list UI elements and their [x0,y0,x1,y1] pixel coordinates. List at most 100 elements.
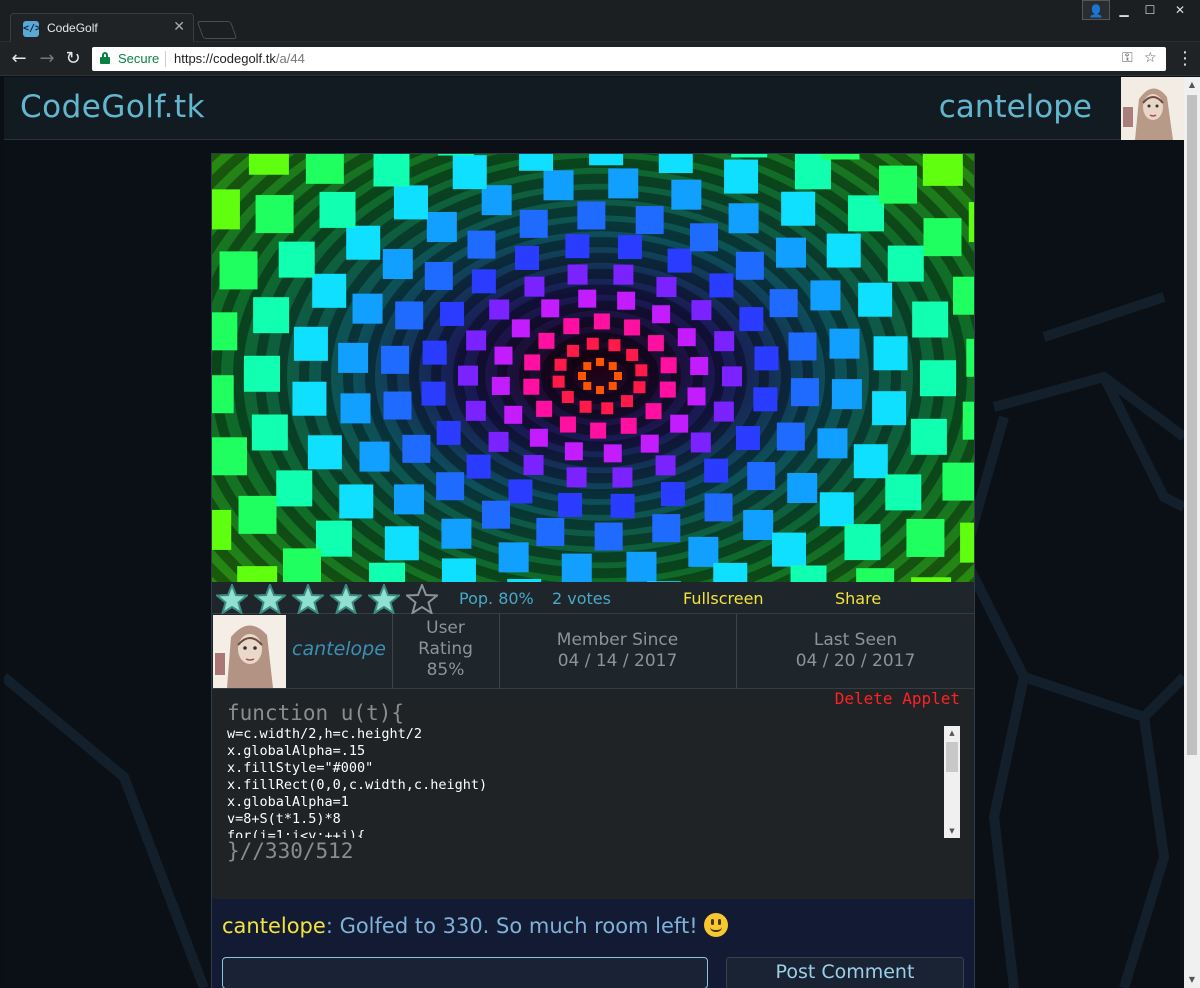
author-name[interactable]: cantelope [292,638,386,660]
star-filled-icon[interactable] [254,584,286,614]
url-host: https://codegolf.tk [174,51,276,66]
scroll-up-icon[interactable]: ▲ [1184,77,1200,93]
code-scrollbar[interactable]: ▲ ▼ [944,726,960,838]
viz-square [437,154,474,156]
viz-square [219,251,258,290]
viz-square [554,358,567,371]
viz-square [603,444,622,463]
viz-square [731,154,768,158]
viz-square [467,230,496,259]
code-editor[interactable]: w=c.width/2,h=c.height/2 x.globalAlpha=.… [222,726,960,838]
applet-canvas[interactable] [212,154,974,582]
author-avatar[interactable] [213,615,286,688]
browser-tab[interactable]: </> CodeGolf ✕ [10,13,194,42]
viz-square [402,434,431,463]
star-filled-icon[interactable] [292,584,324,614]
forward-arrow-icon[interactable]: → [36,48,58,70]
code-text[interactable]: w=c.width/2,h=c.height/2 x.globalAlpha=.… [227,726,487,838]
viz-square [781,191,816,226]
viz-square [612,467,633,488]
viz-square [498,542,529,573]
comment-input[interactable] [222,957,708,988]
viz-square [714,331,735,352]
viz-square [244,355,281,392]
viz-square [511,319,530,338]
viz-square [671,179,702,210]
viz-square [910,418,947,455]
viz-square [384,526,419,561]
viz-square [887,245,924,282]
scrollbar-thumb[interactable] [1187,95,1197,755]
star-filled-icon[interactable] [368,584,400,614]
viz-square [709,273,734,298]
code-scroll-thumb[interactable] [946,742,958,772]
viz-square [790,565,827,582]
viz-square [655,455,676,476]
header-username[interactable]: cantelope [939,89,1092,125]
viz-square [319,191,356,228]
viz-square [704,458,729,483]
viz-square [624,319,641,336]
scroll-down-icon[interactable]: ▼ [1184,972,1200,988]
viz-square [536,400,553,417]
viz-square [667,248,692,273]
window-close-icon[interactable]: ✕ [1162,0,1198,20]
minimize-icon[interactable]: ▁ [1110,0,1138,20]
rating-bar: Pop. 80% 2 votes Fullscreen Share [212,582,974,614]
viz-square [255,195,294,234]
delete-applet-button[interactable]: Delete Applet [835,689,960,708]
viz-square [724,159,759,194]
viz-square [466,330,487,351]
viz-square [541,299,560,318]
post-comment-button[interactable]: Post Comment [726,957,964,988]
code-scroll-up-icon[interactable]: ▲ [944,726,960,740]
viz-square [912,301,949,338]
viz-square [538,332,555,349]
last-seen-value: 04 / 20 / 2017 [795,651,916,671]
viz-square [769,289,798,318]
back-arrow-icon[interactable]: ← [8,48,30,70]
url-text[interactable]: https://codegolf.tk/a/44 [174,51,305,66]
profile-icon[interactable]: 👤 [1082,0,1110,20]
share-link[interactable]: Share [835,589,881,608]
viz-square [633,381,646,394]
star-filled-icon[interactable] [330,584,362,614]
url-path: /a/44 [275,51,305,66]
viz-square [942,462,974,501]
fullscreen-link[interactable]: Fullscreen [683,589,764,608]
viz-square [458,365,479,386]
bookmark-star-icon[interactable]: ☆ [1144,50,1157,66]
code-footer: }//330/512 [227,839,354,863]
last-seen: Last Seen 04 / 20 / 2017 [737,630,974,672]
viz-square [563,318,580,335]
code-scroll-down-icon[interactable]: ▼ [944,824,960,838]
tab-close-icon[interactable]: ✕ [173,19,185,35]
viz-square [559,416,576,433]
viz-square [440,301,465,326]
new-tab-button[interactable] [196,21,238,39]
viz-square [339,484,374,519]
star-empty-icon[interactable] [406,584,438,614]
viz-square [340,393,371,424]
address-bar[interactable]: Secure https://codegolf.tk/a/44 ⚿ ☆ [92,47,1166,71]
viz-square [515,245,540,270]
page-scrollbar[interactable]: ▲ ▼ [1184,77,1200,988]
grinning-face-icon [703,913,728,937]
viz-square [519,154,554,171]
viz-square [690,432,711,453]
viz-square [381,345,410,374]
header-avatar[interactable] [1121,77,1184,140]
browser-menu-icon[interactable]: ⋮ [1176,48,1194,69]
viz-square [292,381,327,416]
star-filled-icon[interactable] [216,584,248,614]
maximize-icon[interactable]: ☐ [1136,0,1164,20]
reload-icon[interactable]: ↻ [62,48,84,70]
site-logo[interactable]: CodeGolf.tk [20,89,205,125]
key-icon[interactable]: ⚿ [1122,50,1133,66]
viz-square [543,170,574,201]
viz-square [713,401,734,422]
viz-square [382,249,413,280]
comment-author[interactable]: cantelope [222,914,326,938]
code-section: Delete Applet function u(t){ w=c.width/2… [212,689,974,899]
code-header: function u(t){ [227,701,405,725]
